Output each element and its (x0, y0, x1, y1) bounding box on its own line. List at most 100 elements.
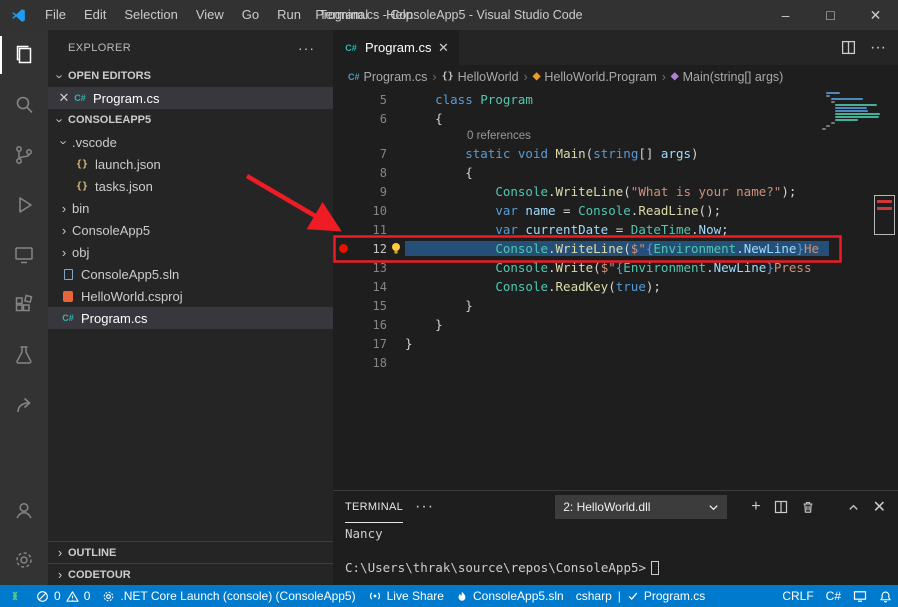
open-editor-item[interactable]: ✕ C# Program.cs (48, 87, 333, 109)
code-line-7[interactable]: 7 static void Main(string[] args) (333, 144, 898, 163)
notifications-button[interactable] (873, 585, 898, 607)
split-terminal-icon[interactable] (774, 500, 788, 514)
editor-more-actions-icon[interactable]: ··· (870, 39, 886, 57)
code-line-16[interactable]: 16 } (333, 315, 898, 334)
token: Write (556, 260, 594, 275)
tree-item-program-cs[interactable]: C#Program.cs (48, 307, 333, 329)
line-number: 6 (353, 112, 387, 126)
test-explorer-icon[interactable] (0, 330, 48, 380)
code-line-8[interactable]: 8 { (333, 163, 898, 182)
class-symbol-icon: ◆ (533, 71, 541, 82)
code-line-10[interactable]: 10 var name = Console.ReadLine(); (333, 201, 898, 220)
omnisharp-project[interactable]: ConsoleApp5.sln (450, 585, 570, 607)
code-line-15[interactable]: 15 } (333, 296, 898, 315)
settings-gear-icon[interactable] (0, 535, 48, 585)
live-share-button[interactable]: Live Share (362, 585, 450, 607)
close-panel-icon[interactable]: ✕ (873, 497, 886, 517)
code-line-9[interactable]: 9 Console.WriteLine("What is your name?"… (333, 182, 898, 201)
tree-item-helloworld-csproj[interactable]: HelloWorld.csproj (48, 285, 333, 307)
code-line-11[interactable]: 11 var currentDate = DateTime.Now; (333, 220, 898, 239)
maximize-panel-icon[interactable] (847, 501, 860, 514)
cs-symbol-icon: C# (348, 72, 360, 82)
menu-edit[interactable]: Edit (75, 0, 115, 30)
problems-indicator[interactable]: 0 0 (30, 585, 96, 607)
explorer-icon[interactable] (0, 30, 48, 80)
debug-launch-config[interactable]: .NET Core Launch (console) (ConsoleApp5) (96, 585, 361, 607)
minimap-line (835, 116, 879, 118)
terminal-output[interactable]: Nancy C:\Users\thrak\source\repos\Consol… (333, 523, 898, 585)
minimap-line (831, 122, 835, 124)
outline-section[interactable]: › OUTLINE (48, 541, 333, 563)
maximize-button[interactable]: □ (808, 0, 853, 30)
new-terminal-icon[interactable]: + (751, 498, 760, 516)
breakpoint-icon[interactable] (339, 244, 348, 253)
breadcrumb-item-4[interactable]: ◆Main(string[] args) (671, 70, 783, 84)
breakpoint-gutter[interactable] (333, 244, 353, 253)
breadcrumb-item-3[interactable]: ◆HelloWorld.Program (533, 70, 657, 84)
run-debug-icon[interactable] (0, 180, 48, 230)
breadcrumb-item-2[interactable]: {}HelloWorld (442, 70, 519, 84)
namespace-symbol-icon: {} (442, 71, 454, 82)
tab-terminal[interactable]: TERMINAL (345, 491, 403, 523)
close-editor-icon[interactable]: ✕ (56, 90, 72, 106)
token (548, 146, 556, 161)
split-editor-icon[interactable] (841, 40, 856, 55)
extensions-icon[interactable] (0, 280, 48, 330)
tree-item--vscode[interactable]: ›.vscode (48, 131, 333, 153)
source-control-icon[interactable] (0, 130, 48, 180)
language-status[interactable]: csharp | Program.cs (570, 585, 712, 607)
codetour-section[interactable]: › CODETOUR (48, 563, 333, 585)
kill-terminal-icon[interactable] (801, 500, 815, 514)
tab-close-icon[interactable]: ✕ (437, 40, 449, 56)
tree-item-consoleapp5[interactable]: ›ConsoleApp5 (48, 219, 333, 241)
tree-item-consoleapp5-sln[interactable]: ConsoleApp5.sln (48, 263, 333, 285)
lightbulb-icon[interactable] (390, 242, 402, 255)
codelens-references[interactable]: 0 references (333, 128, 898, 144)
token (405, 184, 495, 199)
minimap[interactable] (822, 92, 882, 131)
feedback-button[interactable] (847, 585, 873, 607)
token: } (405, 317, 443, 332)
menu-run[interactable]: Run (268, 0, 310, 30)
code-line-17[interactable]: 17} (333, 334, 898, 353)
menu-file[interactable]: File (36, 0, 75, 30)
menu-go[interactable]: Go (233, 0, 268, 30)
live-share-icon[interactable] (0, 380, 48, 430)
remote-indicator[interactable] (0, 585, 30, 607)
remote-explorer-icon[interactable] (0, 230, 48, 280)
minimize-button[interactable]: – (763, 0, 808, 30)
menu-selection[interactable]: Selection (115, 0, 186, 30)
open-editors-section[interactable]: › OPEN EDITORS (48, 65, 333, 87)
eol-indicator[interactable]: CRLF (776, 585, 819, 607)
code-line-12[interactable]: 12 Console.WriteLine($"{Environment.NewL… (333, 239, 898, 258)
workspace-folder-section[interactable]: › CONSOLEAPP5 (48, 109, 333, 131)
code-line-13[interactable]: 13 Console.Write($"{Environment.NewLine}… (333, 258, 898, 277)
close-button[interactable]: ✕ (853, 0, 898, 30)
tree-item-label: Program.cs (81, 311, 147, 326)
tree-item-tasks-json[interactable]: {}tasks.json (48, 175, 333, 197)
tree-item-bin[interactable]: ›bin (48, 197, 333, 219)
code-text: Console.WriteLine("What is your name?"); (405, 184, 796, 199)
search-icon[interactable] (0, 80, 48, 130)
tree-item-launch-json[interactable]: {}launch.json (48, 153, 333, 175)
tree-item-label: .vscode (72, 135, 117, 150)
code-editor[interactable]: 5 class Program6 {0 references7 static v… (333, 88, 898, 490)
code-line-6[interactable]: 6 { (333, 109, 898, 128)
explorer-more-actions-icon[interactable]: ··· (298, 40, 315, 56)
menu-view[interactable]: View (187, 0, 233, 30)
tree-item-obj[interactable]: ›obj (48, 241, 333, 263)
code-line-5[interactable]: 5 class Program (333, 90, 898, 109)
minimap-line (835, 107, 867, 109)
token: DateTime (631, 222, 691, 237)
breadcrumb-item-1[interactable]: C#Program.cs (348, 70, 427, 84)
chevron-down-icon (708, 502, 719, 513)
language-mode-indicator[interactable]: C# (820, 585, 847, 607)
code-line-14[interactable]: 14 Console.ReadKey(true); (333, 277, 898, 296)
breadcrumb-separator: › (523, 70, 529, 84)
token: = (556, 203, 579, 218)
tab-program-cs[interactable]: C# Program.cs ✕ (333, 30, 459, 65)
panel-more-actions-icon[interactable]: ··· (415, 498, 434, 516)
accounts-icon[interactable] (0, 485, 48, 535)
code-line-18[interactable]: 18 (333, 353, 898, 372)
terminal-selector-dropdown[interactable]: 2: HelloWorld.dll (555, 495, 727, 519)
